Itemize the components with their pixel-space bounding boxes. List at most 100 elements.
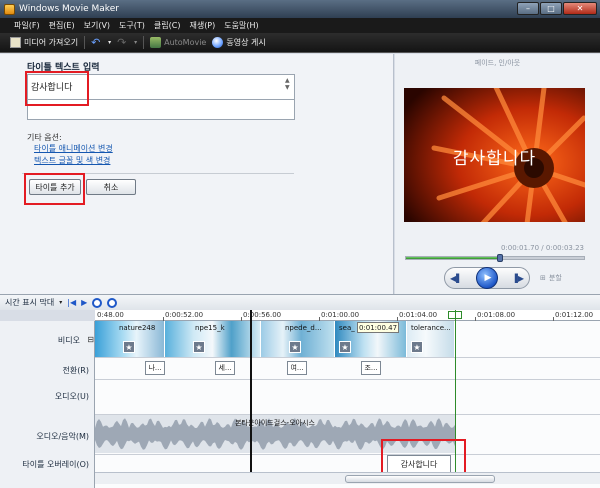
window-title: Windows Movie Maker <box>19 4 119 14</box>
next-frame-icon[interactable]: ▐▶ <box>512 274 524 283</box>
timeline-view-button[interactable]: 시간 표시 막대 <box>5 297 54 308</box>
minimize-button[interactable]: – <box>517 2 539 15</box>
clip-name: nature248 <box>119 324 156 332</box>
transition-clip[interactable]: 나... <box>145 361 165 375</box>
track-label-transition: 전환(R) <box>62 366 89 375</box>
split-label: 분할 <box>548 274 562 282</box>
split-button[interactable]: ⊞ 분할 <box>540 273 562 283</box>
rewind-timeline-icon[interactable]: |◀ <box>67 298 76 307</box>
maximize-button[interactable]: □ <box>540 2 562 15</box>
scroll-down-icon[interactable]: ▼ <box>285 84 293 91</box>
automovie-button[interactable]: AutoMovie <box>150 37 206 48</box>
redo-icon[interactable]: ↷ <box>117 37 128 48</box>
menu-view[interactable]: 보기(V) <box>84 20 110 31</box>
close-button[interactable]: ✕ <box>563 2 597 15</box>
play-icon[interactable]: ▶ <box>476 267 498 289</box>
main-toolbar: 미디어 가져오기 ↶ ▾ ↷ ▾ AutoMovie 동영상 게시 <box>0 33 600 53</box>
clip-name: npe15_k <box>195 324 225 332</box>
toolbar-separator <box>143 36 145 49</box>
ruler-tick-label: 0:48.00 <box>97 311 124 319</box>
ruler-tick-label: 0:00:56.00 <box>243 311 282 319</box>
timeline-dropdown-icon[interactable]: ▾ <box>59 299 62 306</box>
seek-bar-fill <box>406 257 501 259</box>
video-clip[interactable]: npe15_k ★ <box>165 321 261 357</box>
effect-name-label: 페이드, 인/아웃 <box>474 59 521 67</box>
clip-name: tolerance... <box>411 324 451 332</box>
menu-play[interactable]: 재생(P) <box>189 20 215 31</box>
title-editor-panel: 타이틀 텍스트 입력 감사합니다 ▲ ▼ 기타 옵션: 타이틀 애니메이션 변경… <box>0 54 394 294</box>
change-animation-link[interactable]: 타이틀 애니메이션 변경 <box>34 143 113 154</box>
scroll-up-icon[interactable]: ▲ <box>285 77 293 84</box>
ruler-tick-label: 0:01:04.00 <box>399 311 438 319</box>
star-effect-icon: ★ <box>193 341 205 353</box>
menu-clip[interactable]: 클립(C) <box>154 20 181 31</box>
track-label-audio: 오디오(U) <box>54 392 89 401</box>
cancel-button[interactable]: 취소 <box>86 179 136 195</box>
collapse-video-icon[interactable]: ⊟ <box>87 335 94 344</box>
timeline-ruler[interactable]: 0:48.00 0:00:52.00 0:00:56.00 0:01:00.00… <box>95 310 600 321</box>
publish-movie-button[interactable]: 동영상 게시 <box>212 37 266 48</box>
text-scroll-arrows[interactable]: ▲ ▼ <box>285 77 293 91</box>
scrollbar-thumb[interactable] <box>345 475 495 483</box>
movie-maker-app-icon <box>4 3 15 15</box>
film-import-icon <box>10 37 21 48</box>
audio-track[interactable] <box>95 380 600 415</box>
star-effect-icon: ★ <box>289 341 301 353</box>
preview-screen: 감사합니다 <box>404 88 585 222</box>
seek-handle[interactable] <box>497 254 504 262</box>
toolbar-separator <box>84 36 86 49</box>
track-label-music: 오디오/음악(M) <box>36 432 89 441</box>
other-options-label: 기타 옵션: <box>27 133 62 142</box>
menu-bar: 파일(F) 편집(E) 보기(V) 도구(T) 클립(C) 재생(P) 도움말(… <box>0 18 600 33</box>
star-effect-icon: ★ <box>339 341 351 353</box>
preview-timecode: 0:00:01.70 / 0:00:03.23 <box>500 244 584 252</box>
automovie-label: AutoMovie <box>164 38 207 47</box>
video-clip[interactable]: tolerance... ★ <box>407 321 455 357</box>
zoom-in-icon[interactable] <box>92 297 103 308</box>
redo-dropdown-icon[interactable]: ▾ <box>134 39 137 46</box>
transition-clip[interactable]: 조... <box>361 361 381 375</box>
split-icon: ⊞ <box>540 274 546 282</box>
ruler-tick-label: 0:01:12.00 <box>555 311 594 319</box>
ruler-tick-label: 0:01:00.00 <box>321 311 360 319</box>
track-headers: 비디오 ⊟ 전환(R) 오디오(U) 오디오/음악(M) 타이틀 오버레이(O) <box>0 321 95 488</box>
highlight-box-text <box>25 71 89 106</box>
preview-title-text: 감사합니다 <box>452 149 537 169</box>
previous-frame-icon[interactable]: ◀▌ <box>450 274 462 283</box>
time-tooltip: 0:01:00.47 <box>357 322 399 333</box>
transition-track[interactable]: 나... 세... 여... 조... <box>95 358 600 380</box>
undo-icon[interactable]: ↶ <box>91 37 102 48</box>
publish-movie-label: 동영상 게시 <box>226 38 266 47</box>
menu-help[interactable]: 도움말(H) <box>224 20 258 31</box>
star-effect-icon: ★ <box>123 341 135 353</box>
transition-clip[interactable]: 여... <box>287 361 307 375</box>
transition-clip[interactable]: 세... <box>215 361 235 375</box>
playhead[interactable] <box>250 310 252 472</box>
menu-file[interactable]: 파일(F) <box>14 20 40 31</box>
video-clip[interactable]: sea_ ★ 0:01:00.47 <box>335 321 407 357</box>
ruler-tick-label: 0:01:08.00 <box>477 311 516 319</box>
video-clip[interactable]: nature248 ★ <box>95 321 165 357</box>
change-font-link[interactable]: 텍스트 글꼴 및 색 변경 <box>34 155 110 166</box>
play-timeline-icon[interactable]: ▶ <box>81 298 87 307</box>
clip-name: sea_ <box>339 324 355 332</box>
video-track[interactable]: nature248 ★ npe15_k ★ npede_d... ★ sea_ … <box>95 321 600 358</box>
menu-edit[interactable]: 편집(E) <box>49 20 75 31</box>
timeline-scrollbar[interactable] <box>95 472 600 484</box>
zoom-out-icon[interactable] <box>107 297 118 308</box>
ruler-tick-label: 0:00:52.00 <box>165 311 204 319</box>
music-track[interactable]: 본타운아이드걸스-오아시스 <box>95 415 600 455</box>
menu-tools[interactable]: 도구(T) <box>119 20 145 31</box>
import-media-button[interactable]: 미디어 가져오기 <box>10 37 78 48</box>
clip-name: npede_d... <box>285 324 322 332</box>
video-clip[interactable]: npede_d... ★ <box>261 321 335 357</box>
import-media-label: 미디어 가져오기 <box>24 38 79 47</box>
transport-controls: ◀▌ ▶ ▐▶ <box>444 267 530 289</box>
track-label-video: 비디오 <box>57 336 80 345</box>
preview-monitor: 페이드, 인/아웃 감사합니다 0:00:01.70 / 0:00:03.23 … <box>395 54 600 294</box>
window-titlebar: Windows Movie Maker – □ ✕ <box>0 0 600 18</box>
seek-bar[interactable] <box>405 254 585 262</box>
timeline-toolbar: 시간 표시 막대 ▾ |◀ ▶ <box>0 294 600 310</box>
star-effect-icon: ★ <box>411 341 423 353</box>
undo-dropdown-icon[interactable]: ▾ <box>108 39 111 46</box>
